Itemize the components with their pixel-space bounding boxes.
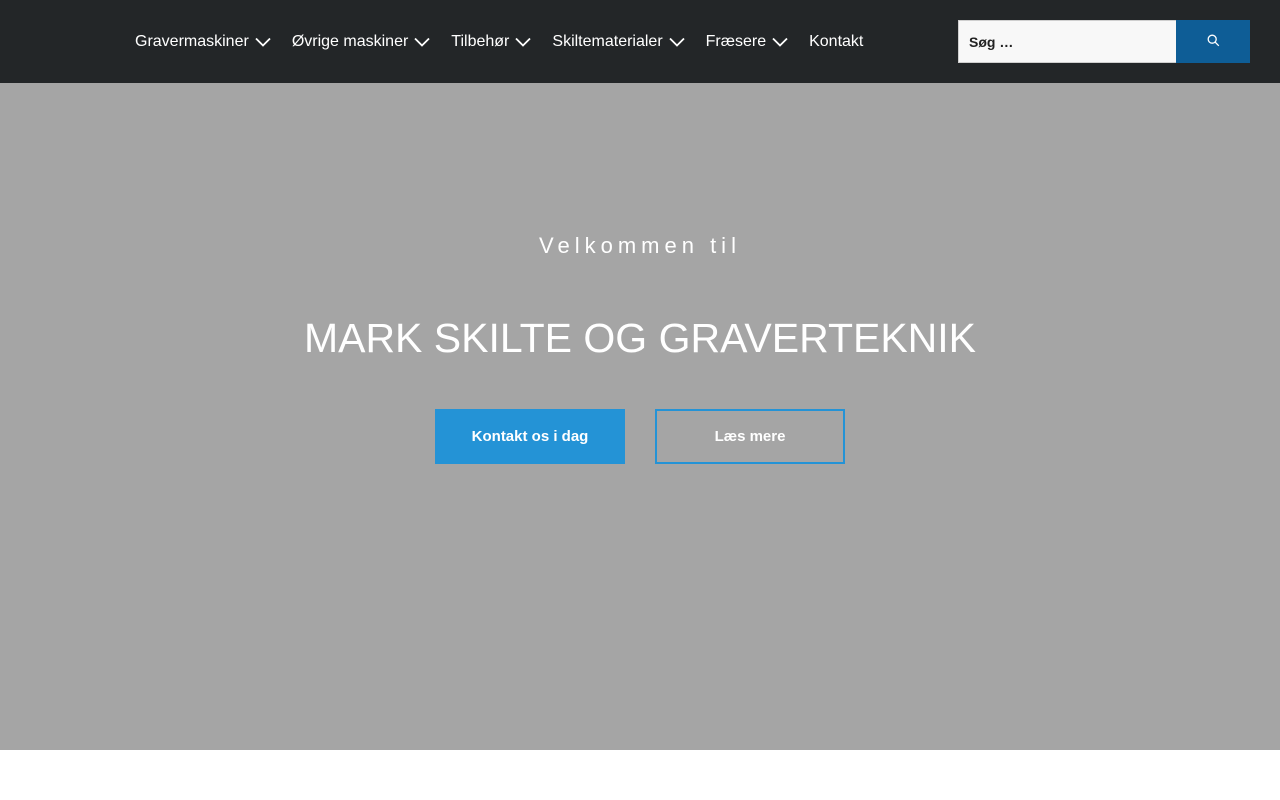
main-nav: Gravermaskiner Øvrige maskiner Tilbehør … [135, 0, 884, 83]
site-header: Gravermaskiner Øvrige maskiner Tilbehør … [0, 0, 1280, 83]
nav-item-gravermaskiner[interactable]: Gravermaskiner [135, 32, 271, 52]
nav-item-fraesere[interactable]: Fræsere [706, 32, 788, 52]
nav-item-tilbehor[interactable]: Tilbehør [451, 32, 532, 52]
nav-item-skiltematerialer[interactable]: Skiltematerialer [552, 32, 685, 52]
chevron-down-icon[interactable] [772, 37, 788, 47]
search-button[interactable] [1176, 20, 1250, 63]
chevron-down-icon[interactable] [669, 37, 685, 47]
search-icon [1207, 34, 1220, 50]
hero-kicker: Velkommen til [539, 233, 741, 258]
nav-item-label: Gravermaskiner [135, 32, 249, 50]
nav-item-label: Øvrige maskiner [291, 32, 409, 50]
read-more-button[interactable]: Læs mere [655, 409, 845, 464]
nav-item-ovrige-maskiner[interactable]: Øvrige maskiner [292, 32, 430, 52]
nav-item-label: Skiltematerialer [552, 32, 663, 50]
search-input[interactable] [958, 20, 1176, 63]
nav-item-label: Tilbehør [451, 32, 510, 50]
nav-item-label: Fræsere [705, 32, 767, 50]
nav-item-kontakt[interactable]: Kontakt [809, 32, 863, 52]
hero-section: Velkommen til MARK SKILTE OG GRAVERTEKNI… [0, 83, 1280, 750]
chevron-down-icon[interactable] [255, 37, 271, 47]
hero-title: MARK SKILTE OG GRAVERTEKNIK [303, 315, 977, 361]
nav-item-label: Kontakt [809, 32, 864, 50]
chevron-down-icon[interactable] [414, 37, 430, 47]
contact-us-button[interactable]: Kontakt os i dag [435, 409, 625, 464]
chevron-down-icon[interactable] [515, 37, 532, 47]
search-form [958, 20, 1250, 63]
